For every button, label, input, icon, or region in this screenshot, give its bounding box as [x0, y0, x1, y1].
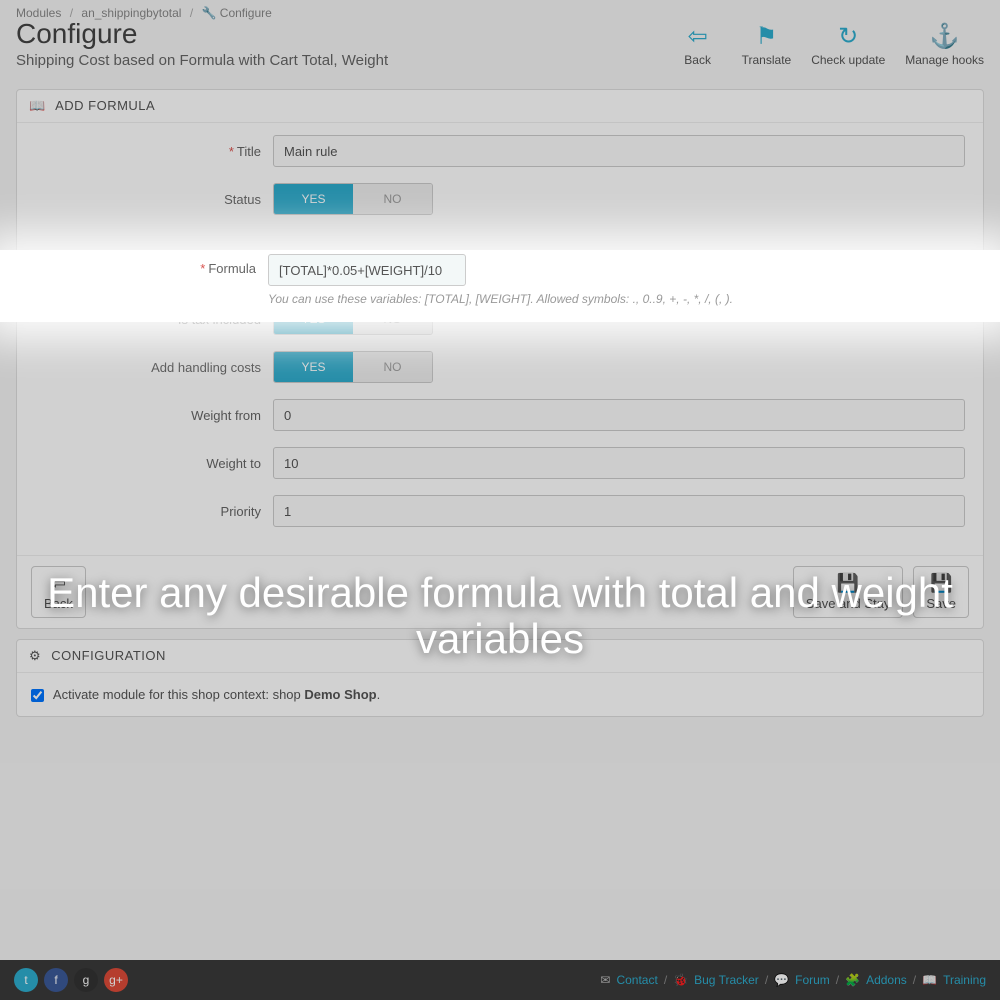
weight-from-label: Weight from: [35, 408, 273, 423]
weight-from-input[interactable]: [273, 399, 965, 431]
anchor-icon: ⚓: [905, 22, 984, 51]
check-update-button[interactable]: ↻ Check update: [811, 22, 885, 67]
status-yes[interactable]: YES: [274, 184, 353, 214]
save-button[interactable]: 💾 Save: [913, 566, 969, 618]
footer-bar: t f g g+ ✉ Contact/ 🐞 Bug Tracker/ 💬 For…: [0, 960, 1000, 1000]
panel-back-button[interactable]: ⇦ Back: [31, 566, 86, 618]
weight-to-label: Weight to: [35, 456, 273, 471]
footer-forum[interactable]: Forum: [795, 973, 830, 987]
panel-heading-text: ADD FORMULA: [55, 98, 155, 113]
page-subtitle: Shipping Cost based on Formula with Cart…: [16, 52, 674, 69]
header-toolbar: ⇦ Back ⚑ Translate ↻ Check update ⚓ Mana…: [674, 20, 984, 67]
puzzle-icon: 🧩: [845, 973, 860, 987]
is-tax-toggle[interactable]: YES NO: [273, 303, 433, 335]
status-toggle[interactable]: YES NO: [273, 183, 433, 215]
status-no[interactable]: NO: [353, 184, 432, 214]
page-title: Configure: [16, 18, 674, 50]
is-tax-label: Is tax included: [35, 312, 273, 327]
activate-prefix: Activate module for this shop context: s…: [53, 687, 304, 702]
status-label: Status: [35, 192, 273, 207]
chat-icon: 💬: [774, 973, 789, 987]
handling-yes[interactable]: YES: [274, 352, 353, 382]
save-icon: 💾: [837, 573, 859, 594]
footer-addons[interactable]: Addons: [866, 973, 907, 987]
weight-to-input[interactable]: [273, 447, 965, 479]
save-stay-button[interactable]: 💾 Save and Stay: [793, 566, 904, 618]
book-icon: 📖: [922, 973, 937, 987]
config-heading-text: CONFIGURATION: [51, 648, 166, 663]
facebook-icon[interactable]: f: [44, 968, 68, 992]
title-label: *Title: [35, 144, 273, 159]
panel-back-label: Back: [44, 596, 73, 611]
breadcrumb: Modules / an_shippingbytotal / 🔧 Configu…: [0, 0, 1000, 20]
back-button[interactable]: ⇦ Back: [674, 22, 722, 67]
handling-toggle[interactable]: YES NO: [273, 351, 433, 383]
translate-button[interactable]: ⚑ Translate: [742, 22, 792, 67]
flag-icon: ⚑: [742, 22, 792, 51]
is-tax-yes[interactable]: YES: [274, 304, 353, 334]
priority-label: Priority: [35, 504, 273, 519]
back-label: Back: [684, 53, 711, 67]
is-tax-no[interactable]: NO: [353, 304, 432, 334]
activate-checkbox[interactable]: [31, 689, 44, 702]
arrow-left-circle-icon: ⇦: [674, 22, 722, 51]
footer-bug[interactable]: Bug Tracker: [694, 973, 759, 987]
book-icon: 📖: [29, 98, 46, 113]
manage-hooks-label: Manage hooks: [905, 53, 984, 67]
manage-hooks-button[interactable]: ⚓ Manage hooks: [905, 22, 984, 67]
bug-icon: 🐞: [673, 973, 688, 987]
mail-icon: ✉: [600, 973, 610, 987]
footer-contact[interactable]: Contact: [616, 973, 657, 987]
twitter-icon[interactable]: t: [14, 968, 38, 992]
translate-label: Translate: [742, 53, 792, 67]
save-stay-label: Save and Stay: [806, 596, 891, 611]
handling-label: Add handling costs: [35, 360, 273, 375]
handling-no[interactable]: NO: [353, 352, 432, 382]
googleplus-icon[interactable]: g+: [104, 968, 128, 992]
footer-training[interactable]: Training: [943, 973, 986, 987]
priority-input[interactable]: [273, 495, 965, 527]
github-icon[interactable]: g: [74, 968, 98, 992]
refresh-icon: ↻: [811, 22, 885, 51]
activate-shop-name: Demo Shop: [304, 687, 376, 702]
check-update-label: Check update: [811, 53, 885, 67]
gear-icon: ⚙: [29, 648, 41, 663]
activate-suffix: .: [377, 687, 381, 702]
configuration-panel: ⚙ CONFIGURATION Activate module for this…: [16, 639, 984, 717]
save-icon: 💾: [930, 573, 952, 594]
add-formula-panel: 📖 ADD FORMULA *Title Status YES NO Is ta…: [16, 89, 984, 629]
arrow-left-circle-icon: ⇦: [51, 573, 66, 594]
save-label: Save: [926, 596, 956, 611]
title-input[interactable]: [273, 135, 965, 167]
